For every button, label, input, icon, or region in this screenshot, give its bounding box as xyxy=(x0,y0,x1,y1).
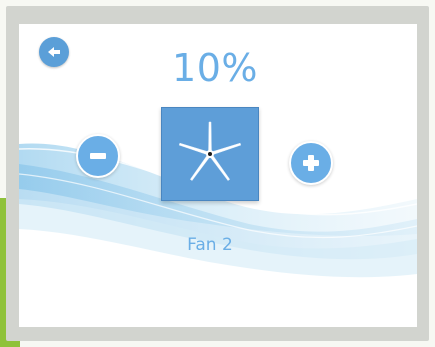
plus-icon xyxy=(303,155,319,171)
decrease-button[interactable] xyxy=(76,134,120,178)
fan-toggle-button[interactable] xyxy=(161,107,259,201)
fan-level-readout: 10% xyxy=(172,46,258,90)
fan-icon xyxy=(178,121,242,181)
fan-name-label: Fan 2 xyxy=(187,235,233,255)
back-arrow-icon xyxy=(48,47,60,57)
back-button[interactable] xyxy=(39,37,69,67)
increase-button[interactable] xyxy=(289,141,333,185)
minus-icon xyxy=(90,153,106,159)
